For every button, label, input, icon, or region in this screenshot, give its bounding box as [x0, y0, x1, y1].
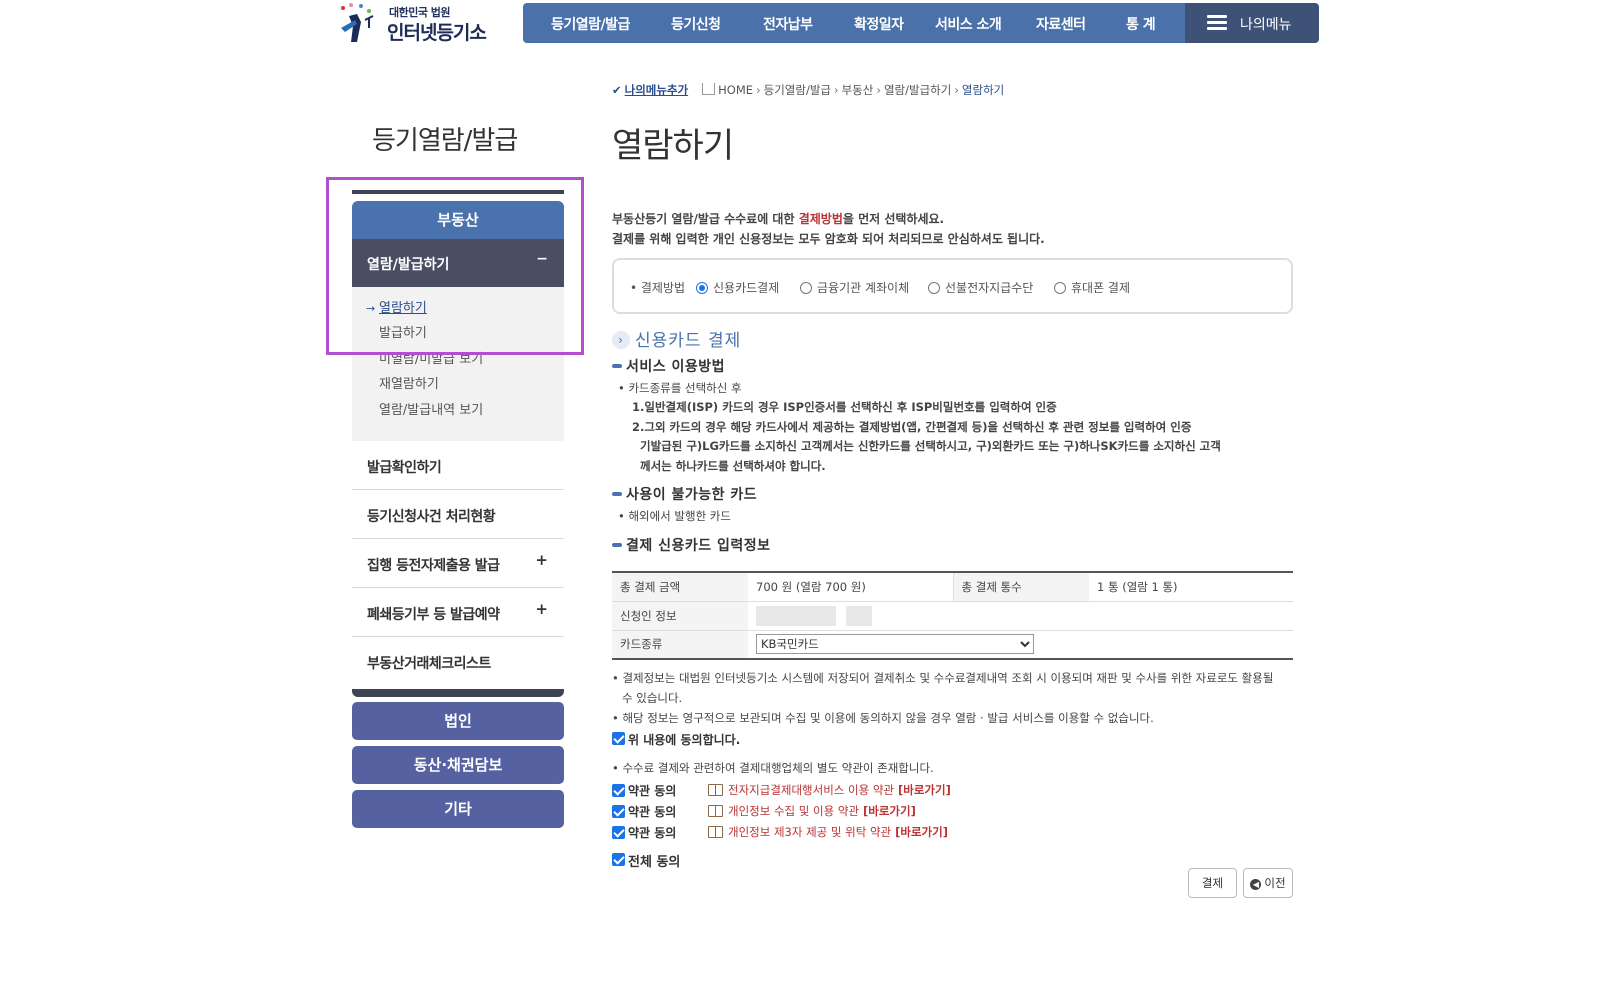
- lnb-sub-review[interactable]: 재열람하기: [379, 373, 439, 392]
- card-type-label: 카드종류: [612, 630, 748, 660]
- applicant-label: 신청인 정보: [612, 601, 748, 631]
- agree-above-checkbox[interactable]: [612, 732, 625, 745]
- terms-agree-checkbox-3[interactable]: [612, 826, 625, 839]
- section-title-credit-card: › 신용카드 결제: [612, 326, 741, 351]
- page-title: 열람하기: [612, 126, 734, 166]
- lnb-item-label: 집행 등전자제출용 발급: [367, 558, 500, 574]
- agree-all-checkbox[interactable]: [612, 853, 625, 866]
- breadcrumb-home[interactable]: HOME: [718, 83, 753, 97]
- total-count-value: 1 통 (열람 1 통): [1089, 572, 1293, 602]
- court-logo-icon: [341, 3, 374, 42]
- checkmark-icon: ✔: [612, 83, 622, 97]
- highlight-box: [326, 177, 584, 355]
- logo-title: 인터넷등기소: [387, 22, 487, 44]
- payment-method-label: • 결제방법: [630, 281, 686, 295]
- terms-agree-label: 약관 동의: [628, 784, 677, 798]
- home-icon: [702, 83, 716, 95]
- agree-all-label: 전체 동의: [628, 855, 681, 870]
- terms-agree-label: 약관 동의: [628, 826, 677, 840]
- book-icon: [708, 805, 723, 817]
- notice-line: • 결제정보는 대법원 인터넷등기소 시스템에 저장되어 결제취소 및 수수료결…: [612, 671, 1274, 685]
- card-type-select[interactable]: KB국민카드: [756, 634, 1034, 655]
- lnb-corporation-button[interactable]: 법인: [352, 702, 564, 740]
- lnb-movable-button[interactable]: 동산·채권담보: [352, 746, 564, 784]
- usage-line: 기발급된 구)LG카드를 소지하신 고객께서는 신한카드를 선택하시고, 구)외…: [640, 439, 1221, 453]
- breadcrumb-item[interactable]: 등기열람/발급: [764, 83, 831, 97]
- site-logo[interactable]: 대한민국 법원 인터넷등기소: [335, 2, 510, 44]
- lnb-item-checklist[interactable]: 부동산거래체크리스트: [352, 637, 564, 686]
- usage-line: • 카드종류를 선택하신 후: [618, 381, 742, 395]
- terms-agree-checkbox-1[interactable]: [612, 784, 625, 797]
- nav-e-payment[interactable]: 전자납부: [763, 14, 813, 34]
- agree-above-label: 위 내용에 동의합니다.: [628, 733, 741, 747]
- intro-line-1: 부동산등기 열람/발급 수수료에 대한 결제방법을 먼저 선택하세요.: [612, 212, 945, 226]
- terms-agree-label: 약관 동의: [628, 805, 677, 819]
- radio-icon: [928, 282, 940, 294]
- nav-fixed-date[interactable]: 확정일자: [854, 14, 904, 34]
- radio-icon: [1054, 282, 1066, 294]
- notice-line: 수 있습니다.: [622, 691, 683, 705]
- lnb-item-electronic-submit[interactable]: 집행 등전자제출용 발급 +: [352, 539, 564, 588]
- unusable-line: • 해외에서 발행한 카드: [618, 509, 731, 523]
- my-menu-button[interactable]: 나의메뉴: [1185, 3, 1319, 43]
- radio-mobile[interactable]: 휴대폰 결제: [1054, 279, 1130, 296]
- back-icon: ◀: [1250, 879, 1262, 890]
- subsection-card-input: 결제 신용카드 입력정보: [612, 535, 771, 555]
- notice-line: • 해당 정보는 영구적으로 보관되며 수집 및 이용에 동의하지 않을 경우 …: [612, 711, 1154, 725]
- lnb-item-issue-confirm[interactable]: 발급확인하기: [352, 441, 564, 490]
- terms-link-third-party[interactable]: 개인정보 제3자 제공 및 위탁 약관 [바로가기]: [728, 824, 948, 840]
- lnb-item-label: 부동산거래체크리스트: [367, 656, 491, 672]
- radio-checked-icon: [696, 282, 708, 294]
- breadcrumb: ✔ 나의메뉴추가 HOME › 등기열람/발급 › 부동산 › 열람/발급하기 › 열람하기: [612, 83, 1005, 97]
- lnb-title: 등기열람/발급: [372, 126, 518, 156]
- payment-info-table: 총 결제 금액 700 원 (열람 700 원) 총 결제 통수 1 통 (열람…: [612, 571, 1293, 660]
- add-my-menu-link[interactable]: 나의메뉴추가: [625, 83, 688, 97]
- terms-link-payment[interactable]: 전자지급결제대행서비스 이용 약관 [바로가기]: [728, 782, 951, 798]
- nav-statistics[interactable]: 통 계: [1126, 14, 1156, 34]
- breadcrumb-item[interactable]: 부동산: [842, 83, 874, 97]
- hamburger-icon: [1207, 15, 1227, 31]
- intro-line-2: 결제를 위해 입력한 개인 신용정보는 모두 암호화 되어 처리되므로 안심하셔…: [612, 232, 1045, 246]
- usage-line: 께서는 하나카드를 선택하셔야 합니다.: [640, 459, 826, 473]
- nav-service-intro[interactable]: 서비스 소개: [935, 14, 1002, 34]
- lnb-item-label: 등기신청사건 처리현황: [367, 509, 496, 525]
- pay-button[interactable]: 결제: [1188, 868, 1237, 898]
- lnb-sub-history[interactable]: 열람/발급내역 보기: [379, 399, 483, 418]
- lnb-etc-button[interactable]: 기타: [352, 790, 564, 828]
- nav-registry-apply[interactable]: 등기신청: [671, 14, 721, 34]
- total-amount-label: 총 결제 금액: [612, 572, 748, 602]
- book-icon: [708, 784, 723, 796]
- terms-agree-checkbox-2[interactable]: [612, 805, 625, 818]
- expand-icon[interactable]: +: [535, 551, 548, 569]
- prev-button[interactable]: ◀ 이전: [1243, 868, 1293, 898]
- breadcrumb-current: 열람하기: [961, 83, 1005, 97]
- lnb-item-closed-registry[interactable]: 폐쇄등기부 등 발급예약 +: [352, 588, 564, 637]
- radio-credit-card[interactable]: 신용카드결제: [696, 279, 779, 296]
- payment-method-box: • 결제방법 신용카드결제 금융기관 계좌이체 선불전자지급수단 휴대폰 결제: [612, 258, 1293, 314]
- terms-link-privacy[interactable]: 개인정보 수집 및 이용 약관 [바로가기]: [728, 803, 916, 819]
- lnb-item-label: 폐쇄등기부 등 발급예약: [367, 607, 500, 623]
- applicant-value: [748, 601, 1293, 631]
- usage-line: 2.그외 카드의 경우 해당 카드사에서 제공하는 결제방법(앱, 간편결제 등…: [632, 420, 1192, 434]
- total-amount-value: 700 원 (열람 700 원): [748, 572, 953, 602]
- radio-bank-transfer[interactable]: 금융기관 계좌이체: [800, 279, 909, 296]
- radio-icon: [800, 282, 812, 294]
- my-menu-label: 나의메뉴: [1240, 17, 1292, 33]
- notice-line: • 수수료 결제와 관련하여 결제대행업체의 별도 약관이 존재합니다.: [612, 761, 934, 775]
- lnb-divider: [352, 689, 564, 697]
- nav-registry-view[interactable]: 등기열람/발급: [551, 14, 630, 34]
- total-count-label: 총 결제 통수: [952, 572, 1089, 602]
- subsection-usage: 서비스 이용방법: [612, 356, 725, 376]
- usage-line: 1.일반결제(ISP) 카드의 경우 ISP인증서를 선택하신 후 ISP비밀번…: [632, 400, 1057, 414]
- subsection-unusable: 사용이 불가능한 카드: [612, 484, 757, 504]
- lnb-item-label: 발급확인하기: [367, 460, 442, 476]
- breadcrumb-item[interactable]: 열람/발급하기: [884, 83, 951, 97]
- nav-data-center[interactable]: 자료센터: [1036, 14, 1086, 34]
- book-icon: [708, 826, 723, 838]
- lnb-item-case-status[interactable]: 등기신청사건 처리현황: [352, 490, 564, 539]
- expand-icon[interactable]: +: [535, 600, 548, 618]
- radio-prepaid[interactable]: 선불전자지급수단: [928, 279, 1033, 296]
- chevron-right-icon: ›: [612, 331, 630, 349]
